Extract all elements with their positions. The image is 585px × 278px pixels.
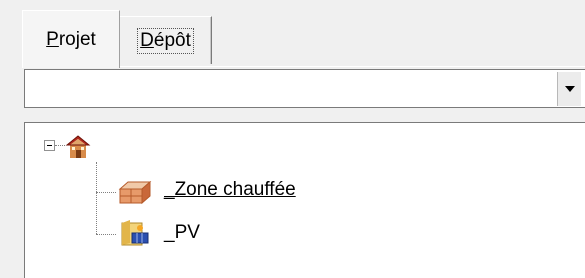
chevron-down-icon [564, 86, 575, 92]
heated-zone-icon[interactable] [118, 179, 152, 205]
pv-folder-icon[interactable] [118, 219, 152, 247]
combo-dropdown-button[interactable] [557, 72, 581, 106]
tab-projet-label: Projet [46, 28, 96, 50]
collapse-toggle[interactable] [44, 140, 55, 151]
tree-item-zone-chauffee[interactable]: _Zone chauffée [164, 179, 296, 201]
house-icon[interactable] [64, 134, 92, 160]
project-panel: Projet Dépôt _Zone chauffée _PV [0, 0, 585, 278]
tree-connector [96, 162, 97, 234]
tab-depot-label: Dépôt [137, 27, 194, 54]
tab-strip: Projet Dépôt [0, 0, 585, 68]
tab-projet[interactable]: Projet [22, 10, 120, 68]
tab-depot[interactable]: Dépôt [120, 16, 212, 64]
project-combobox[interactable] [24, 69, 585, 108]
tree-connector [96, 234, 116, 235]
project-tree[interactable] [24, 122, 585, 278]
tree-item-pv[interactable]: _PV [164, 222, 200, 244]
tree-connector [96, 192, 116, 193]
